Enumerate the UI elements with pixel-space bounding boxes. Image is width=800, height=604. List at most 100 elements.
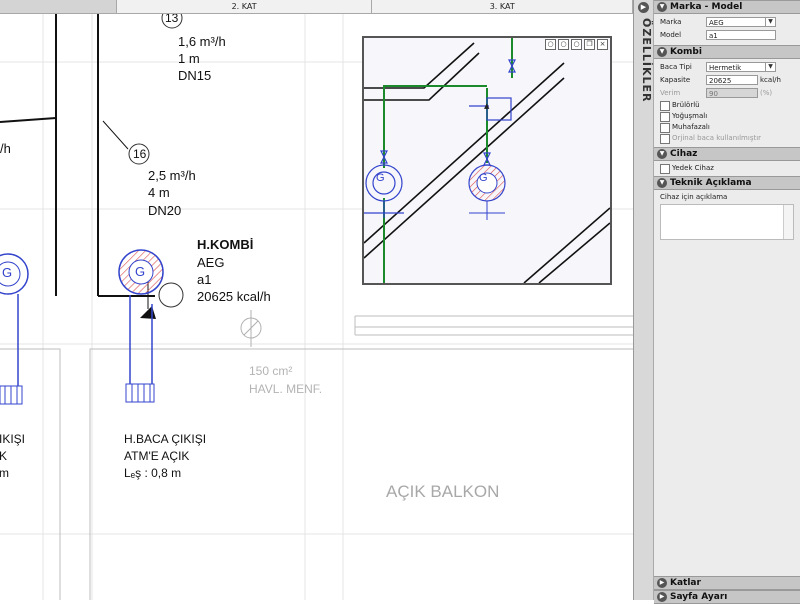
expand-icon: ▼ [657,47,667,57]
lower-flow: 2,5 m³/h [148,168,196,183]
model-value: a1 [709,32,718,40]
properties-side-strip[interactable]: ▶ ÖZELLİKLER [633,0,654,600]
marka-select[interactable]: AEG ▼ [706,17,776,27]
boiler-model: a1 [197,272,212,287]
kapasite-unit: kcal/h [760,76,781,84]
expand-icon: ▶ [657,592,667,602]
tab-current-floor[interactable] [0,0,117,13]
vent-area: 150 cm² [249,364,293,378]
section-cihaz[interactable]: ▼ Cihaz [654,147,800,161]
chevron-down-icon[interactable]: ▼ [765,63,775,71]
marka-value: AEG [709,19,724,27]
chevron-down-icon[interactable]: ▼ [765,18,775,26]
verim-value: 90 [709,90,718,98]
brulor-checkbox[interactable]: Brülörlü [654,100,800,111]
left-partial-k: K [0,449,8,463]
baca-tipi-value: Hermetik [709,64,742,72]
floor-tab-bar: 2. KAT 3. KAT [0,0,633,14]
marka-label: Marka [660,18,682,26]
preview-window-controls: ○ ○ ○ ❐ × [545,39,608,50]
section-title: Cihaz [670,149,698,159]
left-flue-partial: IKIŞI [0,432,26,446]
expand-icon: ▼ [657,2,667,12]
preview-meter-g-boiler: G [479,172,488,184]
checkbox-label: Orjinal baca kullanılmıştır [672,134,762,142]
upper-flow: 1,6 m³/h [178,34,226,49]
yedek-cihaz-checkbox[interactable]: Yedek Cihaz [654,163,800,174]
vent-symbol [240,310,262,347]
vent-label: HAVL. MENF. [249,382,323,396]
expand-icon: ▼ [657,178,667,188]
drawing-canvas[interactable]: 13 16 1,6 m³/h 1 m DN15 2,5 m³/h 4 m DN2… [0,14,633,600]
expand-icon: ▶ [657,578,667,588]
left-meter-g: G [2,265,13,280]
section-title: Kombi [670,47,702,57]
preview-circle-icon[interactable]: ○ [545,39,556,50]
collapse-arrow-icon[interactable]: ▶ [638,2,649,13]
checkbox-box[interactable] [660,134,670,144]
baca-tipi-label: Baca Tipi [660,63,692,71]
boiler-meter-symbol [118,249,184,403]
checkbox-label: Yedek Cihaz [672,164,714,172]
yogusmali-checkbox[interactable]: Yoğuşmalı [654,111,800,122]
checkbox-box[interactable] [660,112,670,122]
lower-dn: DN20 [148,203,182,218]
upper-length: 1 m [178,51,200,66]
section-teknik-aciklama[interactable]: ▼ Teknik Açıklama [654,176,800,190]
boiler-title: H.KOMBİ [197,237,254,252]
room-walls [0,315,633,600]
properties-panel: ▼ Marka - Model Marka AEG ▼ Model a1 ▼ Kombi … [654,0,800,604]
boiler-meter-g: G [135,264,146,279]
preview-circle-icon-2[interactable]: ○ [558,39,569,50]
upper-dn: DN15 [178,68,212,83]
checkbox-label: Brülörlü [672,101,700,109]
checkbox-box[interactable] [660,101,670,111]
flue-title: H.BACA ÇIKIŞI [124,432,207,446]
checkbox-label: Yoğuşmalı [672,112,708,120]
boiler-capacity: 20625 kcal/h [197,289,271,304]
tag-16-label: 16 [133,147,147,161]
muhafazali-checkbox[interactable]: Muhafazalı [654,122,800,133]
verim-unit: (%) [760,89,773,97]
section-title: Marka - Model [670,2,743,12]
checkbox-box[interactable] [660,123,670,133]
section-title: Katlar [670,578,701,588]
cihaz-aciklama-textarea[interactable] [660,204,794,240]
section-kombi[interactable]: ▼ Kombi [654,45,800,59]
checkbox-label: Muhafazalı [672,123,710,131]
left-partial-m: m [0,466,9,480]
preview-drawing: ▲ [364,38,610,283]
section-sayfa-ayari[interactable]: ▶ Sayfa Ayarı [654,590,800,604]
tab-floor-3[interactable]: 3. KAT [372,0,633,13]
section-marka-model[interactable]: ▼ Marka - Model [654,0,800,14]
verim-input[interactable]: 90 [706,88,758,98]
left-partial-unit: /h [0,141,11,156]
cihaz-aciklama-label: Cihaz için açıklama [660,193,728,201]
kapasite-input[interactable]: 20625 [706,75,758,85]
verim-label: Verim [660,89,681,97]
balcony-label: AÇIK BALKON [386,482,500,501]
model-label: Model [660,31,682,39]
kapasite-value: 20625 [709,77,732,85]
section-title: Sayfa Ayarı [670,592,728,602]
flue-subtitle: ATM'E AÇIK [124,449,190,463]
preview-window[interactable]: ▲ G G ○ ○ ○ ❐ × [362,36,612,285]
baca-tipi-select[interactable]: Hermetik ▼ [706,62,776,72]
checkbox-box[interactable] [660,164,670,174]
boiler-brand: AEG [197,255,225,270]
tab-floor-2[interactable]: 2. KAT [117,0,373,13]
model-input[interactable]: a1 [706,30,776,40]
lower-length: 4 m [148,185,170,200]
expand-icon: ▼ [657,149,667,159]
section-title: Teknik Açıklama [670,178,752,188]
textarea-scrollbar[interactable] [783,205,793,239]
tag-13-label: 13 [165,14,179,25]
preview-restore-icon[interactable]: ❐ [584,39,595,50]
preview-circle-icon-3[interactable]: ○ [571,39,582,50]
orjinal-baca-checkbox[interactable]: Orjinal baca kullanılmıştır [654,133,800,144]
svg-text:▲: ▲ [484,102,490,110]
properties-vertical-label: ÖZELLİKLER [640,18,653,103]
preview-close-icon[interactable]: × [597,39,608,50]
preview-meter-g-left: G [376,172,385,184]
section-katlar[interactable]: ▶ Katlar [654,576,800,590]
